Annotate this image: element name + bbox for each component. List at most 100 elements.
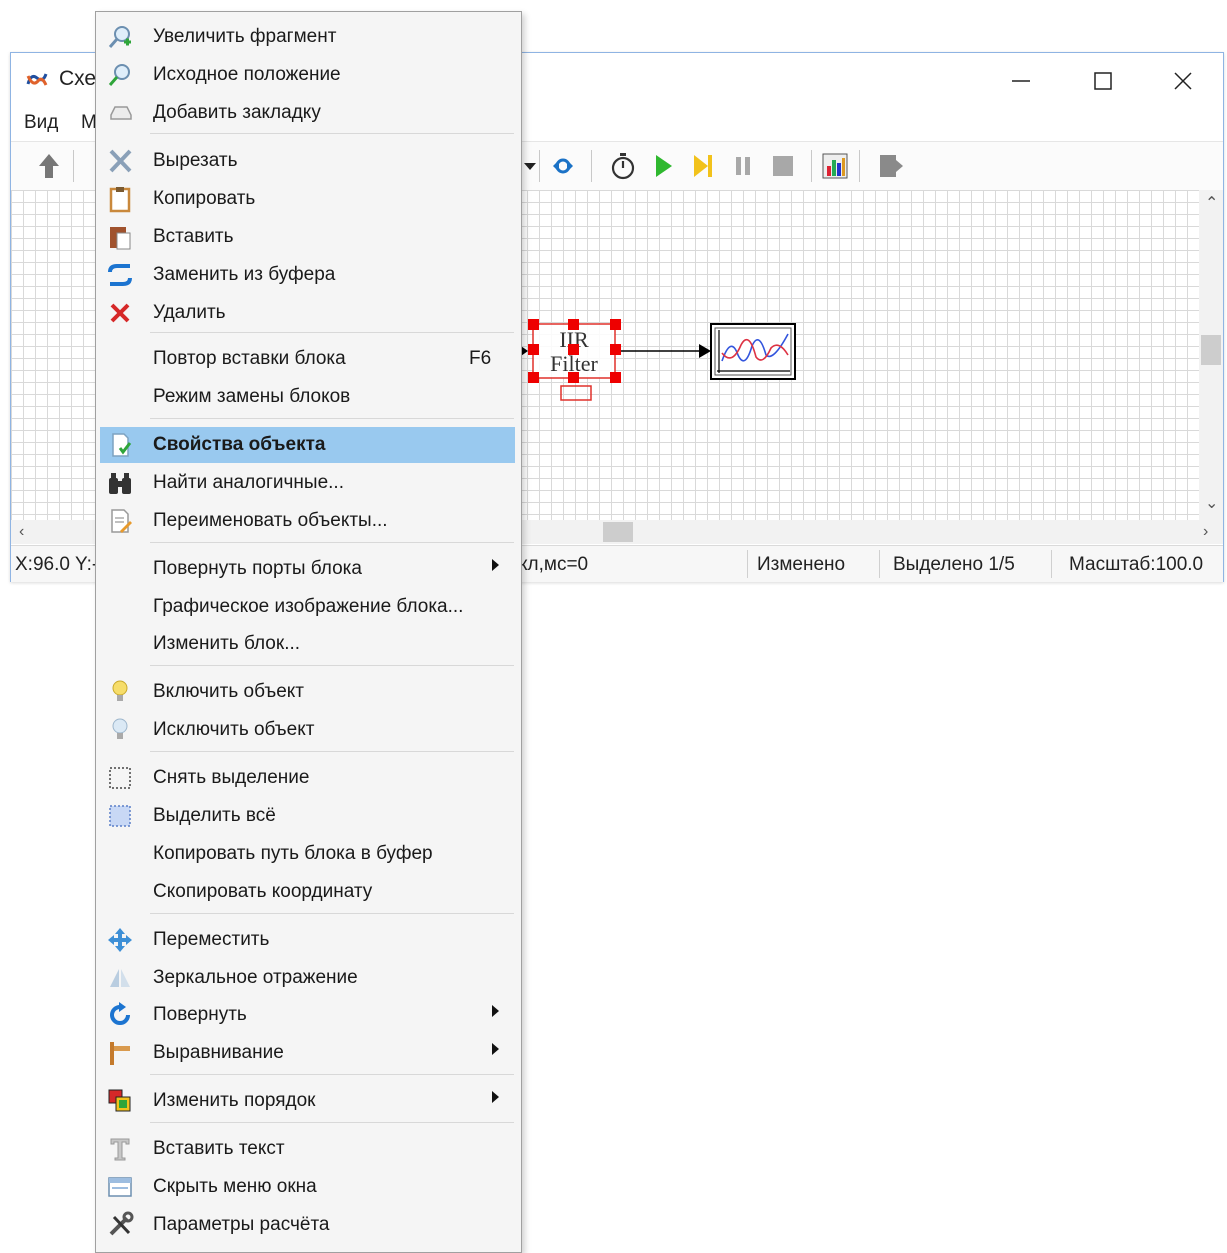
export-icon[interactable] <box>875 150 907 182</box>
replace-icon <box>106 261 134 289</box>
hide-menu-icon <box>106 1173 134 1201</box>
submenu-arrow-icon <box>492 1091 499 1103</box>
menu-item-align[interactable]: Выравнивание <box>100 1035 515 1071</box>
status-divider <box>879 550 880 578</box>
menu-item-add-bookmark[interactable]: Добавить закладку <box>100 95 515 131</box>
toolbar-separator <box>591 150 592 182</box>
menu-item-change-order[interactable]: Изменить порядок <box>100 1083 515 1119</box>
menu-item-rename-objects[interactable]: Переименовать объекты... <box>100 503 515 539</box>
menu-item-replace-mode[interactable]: Режим замены блоков <box>100 379 515 415</box>
menu-item-exclude-object[interactable]: Исключить объект <box>100 712 515 748</box>
selection-handle[interactable] <box>528 372 539 383</box>
menu-item-find-similar[interactable]: Найти аналогичные... <box>100 465 515 501</box>
submenu-arrow-icon <box>492 1005 499 1017</box>
menu-separator <box>150 751 514 752</box>
scroll-left-icon[interactable]: ‹ <box>19 524 24 540</box>
stopwatch-icon[interactable] <box>607 150 639 182</box>
zoom-in-icon <box>106 23 134 51</box>
close-button[interactable] <box>1161 61 1205 101</box>
menu-item-mirror[interactable]: Зеркальное отражение <box>100 960 515 996</box>
menu-item-deselect[interactable]: Снять выделение <box>100 760 515 796</box>
menu-item-hide-window-menu[interactable]: Скрыть меню окна <box>100 1169 515 1205</box>
toolbar-separator <box>73 150 74 182</box>
up-arrow-icon[interactable] <box>33 150 65 182</box>
order-icon <box>106 1087 134 1115</box>
status-modified: Изменено <box>757 554 846 575</box>
menu-item-rotate-ports[interactable]: Повернуть порты блока <box>100 551 515 587</box>
menu-item-select-all[interactable]: Выделить всё <box>100 798 515 834</box>
status-divider <box>1051 550 1052 578</box>
selection-handle[interactable] <box>528 344 539 355</box>
tools-icon <box>106 1211 134 1239</box>
shortcut-f6: F6 <box>469 348 492 369</box>
menu-item-delete[interactable]: Удалить <box>100 295 515 331</box>
menu-view[interactable]: Вид <box>24 112 58 134</box>
menu-item-copy-block-path[interactable]: Копировать путь блока в буфер <box>100 836 515 872</box>
step-icon[interactable] <box>687 150 719 182</box>
status-step: кл,мс=0 <box>519 554 589 575</box>
align-icon <box>106 1039 134 1067</box>
iir-filter-block[interactable]: IIR Filter <box>528 319 621 401</box>
menu-item-replace-from-buffer[interactable]: Заменить из буфера <box>100 257 515 293</box>
menu-separator <box>150 332 514 333</box>
bookmark-icon <box>106 99 134 127</box>
selection-handle[interactable] <box>610 319 621 330</box>
menu-item-block-image[interactable]: Графическое изображение блока... <box>100 589 515 625</box>
horizontal-scroll-thumb[interactable] <box>603 522 633 542</box>
menu-separator <box>150 133 514 134</box>
home-position-icon <box>106 61 134 89</box>
menu-item-rotate[interactable]: Повернуть <box>100 997 515 1033</box>
selection-handle[interactable] <box>610 344 621 355</box>
context-menu: Увеличить фрагмент Исходное положение До… <box>95 11 522 1253</box>
delete-icon <box>106 299 134 327</box>
selection-handle[interactable] <box>528 319 539 330</box>
menu-item-repeat-insert[interactable]: Повтор вставки блока F6 <box>100 341 515 377</box>
refresh-icon[interactable] <box>547 150 579 182</box>
paste-icon <box>106 223 134 251</box>
submenu-arrow-icon <box>492 1043 499 1055</box>
status-scale: Масштаб:100.0 <box>1069 554 1204 575</box>
pause-icon[interactable] <box>727 150 759 182</box>
bulb-on-icon <box>106 678 134 706</box>
menu-separator <box>150 1074 514 1075</box>
minimize-button[interactable] <box>999 61 1043 101</box>
status-selected: Выделено 1/5 <box>893 554 1015 575</box>
chart-icon[interactable] <box>819 150 851 182</box>
menu-item-insert-text[interactable]: Вставить текст <box>100 1131 515 1167</box>
menu-item-object-properties[interactable]: Свойства объекта <box>100 427 515 463</box>
menu-item-copy[interactable]: Копировать <box>100 181 515 217</box>
menu-item-move[interactable]: Переместить <box>100 922 515 958</box>
maximize-button[interactable] <box>1081 61 1125 101</box>
select-all-icon <box>106 802 134 830</box>
menu-item-paste[interactable]: Вставить <box>100 219 515 255</box>
scroll-up-icon[interactable]: ⌃ <box>1205 196 1218 212</box>
menu-item-calculation-parameters[interactable]: Параметры расчёта <box>100 1207 515 1243</box>
submenu-arrow-icon <box>492 559 499 571</box>
window-title: Схе <box>59 67 97 90</box>
toolbar-separator <box>539 150 540 182</box>
scroll-down-icon[interactable]: ⌄ <box>1205 496 1218 512</box>
status-x: X:96.0 <box>15 554 70 575</box>
stop-icon[interactable] <box>767 150 799 182</box>
vertical-scrollbar[interactable]: ⌃ ⌄ <box>1199 190 1223 520</box>
menu-item-edit-block[interactable]: Изменить блок... <box>100 626 515 662</box>
selection-handle[interactable] <box>610 372 621 383</box>
rotate-icon <box>106 1001 134 1029</box>
text-icon <box>106 1135 134 1163</box>
menu-separator <box>150 1122 514 1123</box>
menu-item-home-position[interactable]: Исходное положение <box>100 57 515 93</box>
menu-item-enable-object[interactable]: Включить объект <box>100 674 515 710</box>
play-icon[interactable] <box>647 150 679 182</box>
graph-block[interactable] <box>710 323 796 380</box>
properties-icon <box>106 431 134 459</box>
menu-item-zoom-fragment[interactable]: Увеличить фрагмент <box>100 19 515 55</box>
selection-handle[interactable] <box>568 372 579 383</box>
vertical-scroll-thumb[interactable] <box>1201 335 1221 365</box>
menu-item-cut[interactable]: Вырезать <box>100 143 515 179</box>
menu-separator <box>150 542 514 543</box>
selection-handle[interactable] <box>568 344 579 355</box>
selection-handle[interactable] <box>568 319 579 330</box>
toolbar-separator <box>811 150 812 182</box>
menu-item-copy-coordinate[interactable]: Скопировать координату <box>100 874 515 910</box>
scroll-right-icon[interactable]: › <box>1203 524 1208 540</box>
